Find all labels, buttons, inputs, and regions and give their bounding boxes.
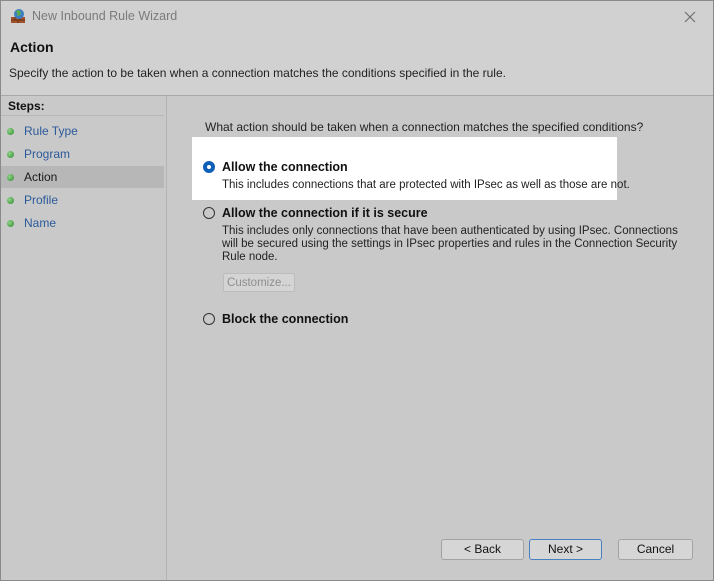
step-action[interactable]: Action [1,166,164,188]
close-icon [684,11,696,22]
steps-heading: Steps: [1,96,164,116]
cancel-button[interactable]: Cancel [618,539,693,560]
step-dot-icon [7,220,14,227]
main-panel: What action should be taken when a conne… [167,96,713,580]
allow-connection-description: This includes connections that are prote… [222,179,630,191]
allow-if-secure-description-line: This includes only connections that have… [222,225,678,237]
firewall-globe-icon [11,9,25,23]
allow-if-secure-radio[interactable] [203,207,215,219]
step-dot-icon [7,128,14,135]
action-question: What action should be taken when a conne… [205,120,644,134]
page-title: Action [10,39,54,55]
step-profile[interactable]: Profile [1,189,164,211]
wizard-window: New Inbound Rule Wizard Action Specify t… [0,0,714,581]
step-label: Rule Type [24,124,78,138]
allow-if-secure-description-line: Rule node. [222,251,278,263]
step-label: Action [24,170,58,184]
window-title: New Inbound Rule Wizard [32,9,178,23]
step-dot-icon [7,197,14,204]
steps-sidebar: Steps: Rule Type Program Action Profile … [1,96,167,580]
step-label: Profile [24,193,59,207]
step-name[interactable]: Name [1,212,164,234]
allow-connection-label[interactable]: Allow the connection [222,160,348,174]
step-program[interactable]: Program [1,143,164,165]
close-button[interactable] [667,1,713,32]
next-button[interactable]: Next > [529,539,602,560]
allow-connection-radio[interactable] [203,161,215,173]
page-description: Specify the action to be taken when a co… [9,66,506,80]
wizard-header: Action Specify the action to be taken wh… [1,32,713,96]
step-dot-icon [7,174,14,181]
allow-if-secure-description-line: will be secured using the settings in IP… [222,238,678,250]
block-connection-radio[interactable] [203,313,215,325]
customize-button[interactable]: Customize... [223,273,295,292]
step-label: Program [24,147,71,161]
step-rule-type[interactable]: Rule Type [1,120,164,142]
step-label: Name [24,216,57,230]
allow-if-secure-label[interactable]: Allow the connection if it is secure [222,206,428,220]
step-dot-icon [7,151,14,158]
back-button[interactable]: < Back [441,539,524,560]
title-bar[interactable]: New Inbound Rule Wizard [1,1,713,32]
block-connection-label[interactable]: Block the connection [222,312,348,326]
